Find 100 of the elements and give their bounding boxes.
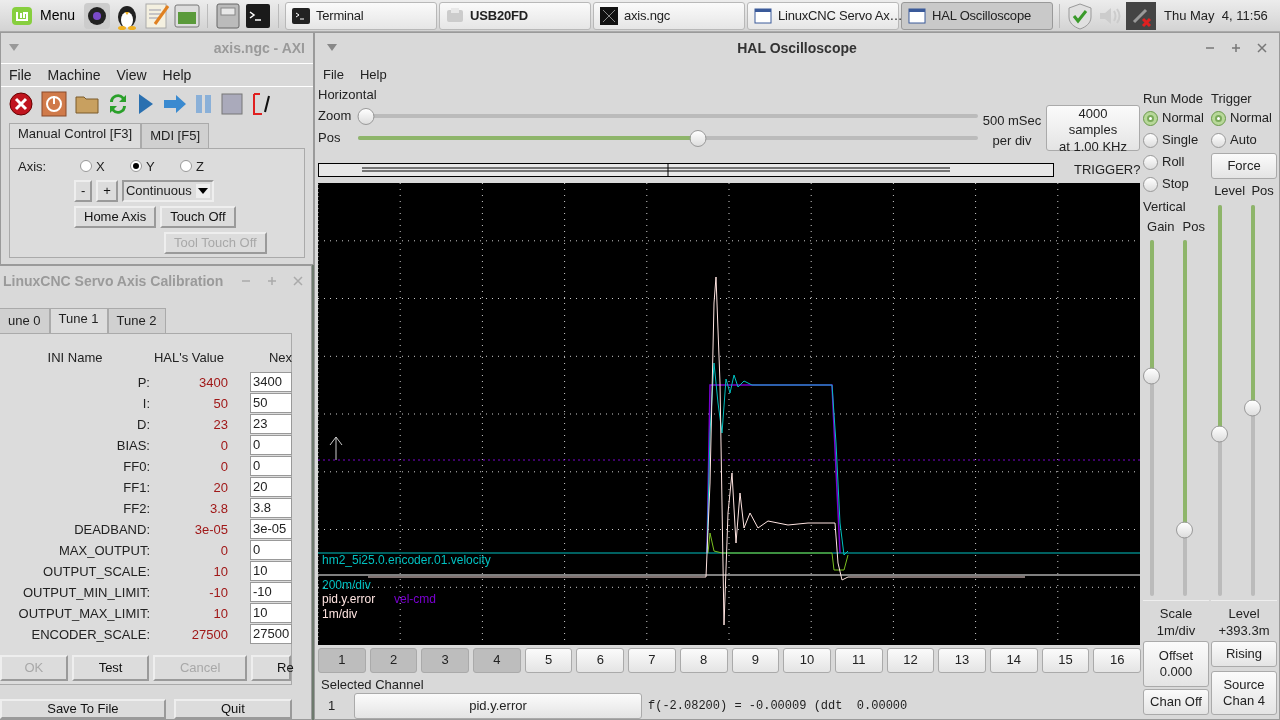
channel-button[interactable]: 1 xyxy=(318,648,366,673)
channel-button[interactable]: 6 xyxy=(576,648,625,673)
footer-button[interactable]: Quit xyxy=(173,698,292,719)
reload-icon[interactable] xyxy=(107,92,129,116)
footer-button[interactable]: Save To File xyxy=(0,698,166,719)
taskbar-task[interactable]: Terminal xyxy=(285,1,438,30)
source-button[interactable]: Source Chan 4 xyxy=(1211,671,1277,715)
touch-off-icon[interactable] xyxy=(251,92,273,116)
dialog-button[interactable]: Re xyxy=(251,654,291,681)
samples-button[interactable]: 4000 samples at 1.00 KHz xyxy=(1046,105,1140,151)
slider[interactable] xyxy=(358,108,978,124)
step-arrow-icon[interactable] xyxy=(163,94,187,114)
radio-label[interactable]: Single xyxy=(1162,130,1199,150)
dialog-button[interactable]: Test xyxy=(71,654,150,681)
radio-label[interactable]: X xyxy=(96,156,105,176)
radio-label[interactable]: Normal xyxy=(1162,108,1204,128)
shield-icon[interactable] xyxy=(1066,1,1095,30)
menu-item[interactable]: Help xyxy=(359,65,387,83)
value-field[interactable]: 3e-05 xyxy=(250,518,292,539)
value-field[interactable]: -10 xyxy=(250,581,292,602)
close-icon[interactable] xyxy=(293,276,303,286)
dropdown-caret-icon[interactable] xyxy=(9,44,19,52)
channel-button[interactable]: 2 xyxy=(369,648,418,673)
value-field[interactable]: 0 xyxy=(250,539,292,560)
menu-item[interactable]: File xyxy=(323,65,344,83)
channel-button[interactable]: 9 xyxy=(731,648,780,673)
radio-label[interactable]: Roll xyxy=(1162,152,1185,172)
menu-item[interactable]: File xyxy=(9,64,32,86)
channel-button[interactable]: 10 xyxy=(783,648,831,673)
window-icon[interactable] xyxy=(173,1,202,30)
radio-button[interactable] xyxy=(1143,132,1158,148)
taskbar-task[interactable]: USB20FD xyxy=(439,1,592,30)
menu-item[interactable]: View xyxy=(116,64,147,86)
tab[interactable]: MDI [F5] xyxy=(141,123,209,148)
channel-button[interactable]: 8 xyxy=(679,648,728,673)
channel-button[interactable]: 5 xyxy=(524,648,573,673)
radio-button[interactable] xyxy=(1143,110,1158,126)
value-field[interactable]: 20 xyxy=(250,476,292,497)
dropdown-caret-icon[interactable] xyxy=(327,44,337,52)
slider[interactable] xyxy=(358,130,978,146)
radio-button[interactable] xyxy=(1143,176,1158,192)
channel-button[interactable]: 7 xyxy=(628,648,676,673)
menu-item[interactable]: Machine xyxy=(47,64,101,86)
value-field[interactable]: 0 xyxy=(250,455,292,476)
jog-button[interactable]: + xyxy=(96,180,118,202)
tab[interactable]: Manual Control [F3] xyxy=(9,123,142,148)
tab[interactable]: une 0 xyxy=(0,308,50,333)
radio-button[interactable] xyxy=(180,160,192,173)
radio-button[interactable] xyxy=(1211,132,1226,148)
radio-button[interactable] xyxy=(1143,154,1158,170)
maximize-icon[interactable] xyxy=(1231,43,1241,53)
channel-button[interactable]: 16 xyxy=(1093,648,1141,673)
stop-icon[interactable] xyxy=(9,92,33,116)
radio-label[interactable]: Z xyxy=(196,156,204,176)
value-field[interactable]: 50 xyxy=(250,392,292,413)
radio-label[interactable]: Normal xyxy=(1230,108,1272,128)
radio-label[interactable]: Stop xyxy=(1162,174,1189,194)
slider-thumb[interactable] xyxy=(689,130,707,147)
channel-button[interactable]: 13 xyxy=(938,648,986,673)
menu-button[interactable]: Menu xyxy=(4,0,82,31)
menu-item[interactable]: Help xyxy=(162,64,192,86)
stop-square-icon[interactable] xyxy=(221,93,243,115)
value-field[interactable]: 27500 xyxy=(250,623,292,644)
force-button[interactable]: Force xyxy=(1211,153,1277,179)
taskbar-task[interactable]: HAL Oscilloscope xyxy=(901,1,1054,30)
tab[interactable]: Tune 1 xyxy=(49,308,108,333)
channel-button[interactable]: 14 xyxy=(989,648,1038,673)
edge-button[interactable]: Rising xyxy=(1211,641,1277,667)
radio-button[interactable] xyxy=(1211,110,1226,126)
clock[interactable]: Thu May 4, 11:56 xyxy=(1164,5,1268,26)
jog-mode-dropdown[interactable]: Continuous xyxy=(121,180,214,202)
taskbar-task[interactable]: axis.ngc xyxy=(593,1,746,30)
tab[interactable]: Tune 2 xyxy=(107,308,166,333)
taskbar-task[interactable]: LinuxCNC Servo Ax… xyxy=(747,1,900,30)
radio-button[interactable] xyxy=(80,160,92,173)
channel-button[interactable]: 12 xyxy=(886,648,935,673)
radio-label[interactable]: Auto xyxy=(1230,130,1257,150)
network-icon[interactable] xyxy=(1126,1,1157,30)
folder-icon[interactable] xyxy=(75,94,99,114)
play-icon[interactable] xyxy=(137,93,155,115)
chan-off-button[interactable]: Chan Off xyxy=(1143,689,1209,715)
value-field[interactable]: 10 xyxy=(250,602,292,623)
value-field[interactable]: 3400 xyxy=(250,371,292,392)
camera-icon[interactable] xyxy=(83,1,112,30)
power-icon[interactable] xyxy=(41,91,67,117)
value-field[interactable]: 10 xyxy=(250,560,292,581)
radio-label[interactable]: Y xyxy=(146,156,155,176)
action-button[interactable]: Touch Off xyxy=(160,206,236,228)
channel-button[interactable]: 4 xyxy=(473,648,521,673)
channel-button[interactable]: 3 xyxy=(421,648,470,673)
close-icon[interactable] xyxy=(1257,43,1267,53)
value-field[interactable]: 0 xyxy=(250,434,292,455)
channel-button[interactable]: 11 xyxy=(834,648,883,673)
jog-button[interactable]: - xyxy=(74,180,93,202)
slider-thumb[interactable] xyxy=(357,108,375,125)
value-field[interactable]: 23 xyxy=(250,413,292,434)
channel-button[interactable]: 15 xyxy=(1041,648,1090,673)
maximize-icon[interactable] xyxy=(267,276,277,286)
channel-name-button[interactable]: pid.y.error xyxy=(354,693,642,719)
action-button[interactable]: Home Axis xyxy=(74,206,157,228)
